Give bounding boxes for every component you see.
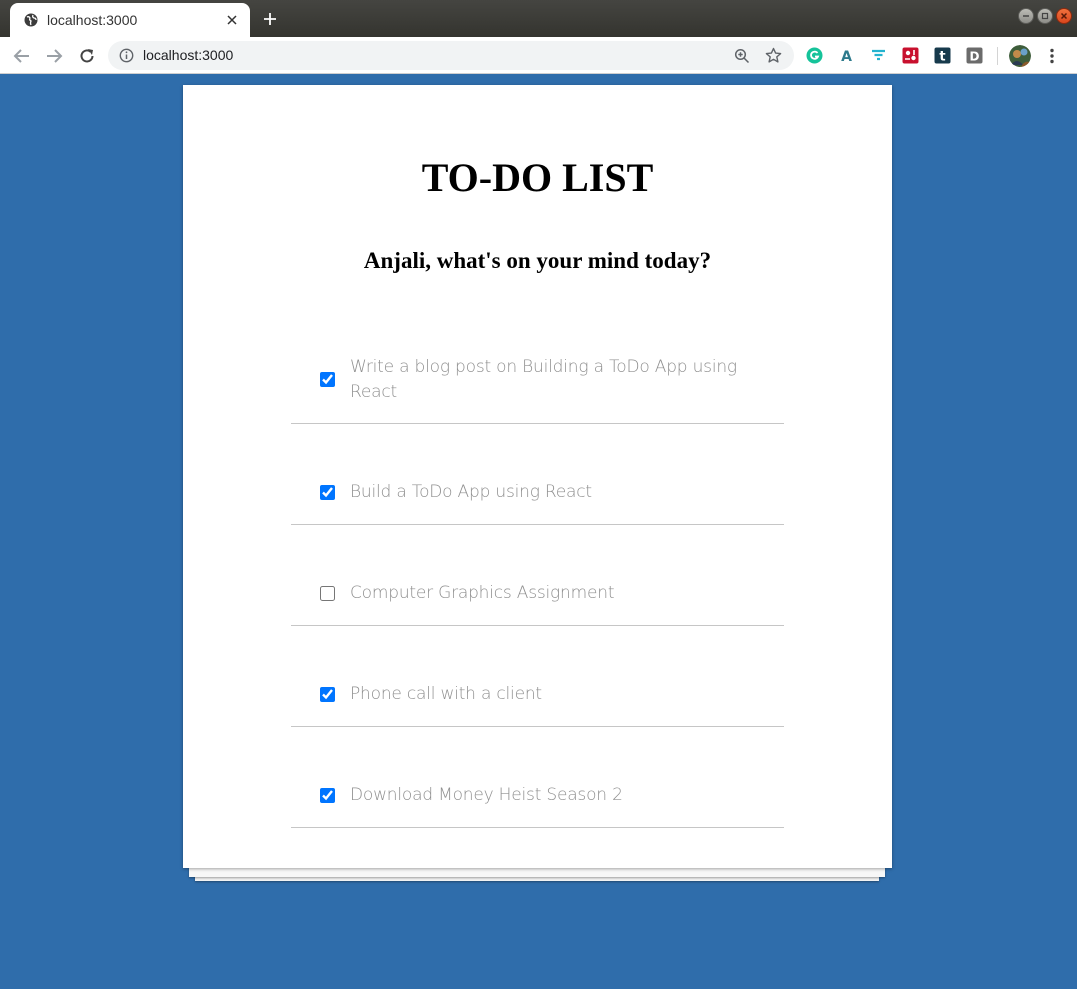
globe-icon <box>24 13 38 27</box>
browser-tab[interactable]: localhost:3000 <box>10 3 250 37</box>
grammarly-icon[interactable] <box>806 47 823 64</box>
filter-icon[interactable] <box>870 47 887 64</box>
todo-item: Build a ToDo App using React <box>291 424 784 525</box>
more-menu-icon[interactable] <box>1044 46 1060 66</box>
todo-list: Write a blog post on Building a ToDo App… <box>291 325 784 828</box>
reload-icon[interactable] <box>76 45 98 67</box>
todo-checkbox[interactable] <box>320 372 335 387</box>
a-icon[interactable]: A <box>838 47 855 64</box>
address-bar[interactable]: localhost:3000 <box>108 41 794 70</box>
todo-text: Build a ToDo App using React <box>350 482 592 502</box>
address-url: localhost:3000 <box>143 47 234 63</box>
todo-text: Phone call with a client <box>350 684 542 704</box>
svg-text:D: D <box>970 50 980 64</box>
d-icon[interactable]: D <box>966 47 983 64</box>
bookmark-star-icon[interactable] <box>765 47 782 64</box>
todo-item: Download Money Heist Season 2 <box>291 727 784 828</box>
close-tab-icon[interactable] <box>224 12 240 28</box>
svg-text:t: t <box>939 50 945 65</box>
new-tab-button[interactable] <box>260 9 280 29</box>
toolbar-divider <box>997 47 998 65</box>
page-background: TO-DO LIST Anjali, what's on your mind t… <box>0 75 1077 989</box>
tumblr-icon[interactable]: t <box>934 47 951 64</box>
todo-card: TO-DO LIST Anjali, what's on your mind t… <box>183 85 892 868</box>
todo-checkbox[interactable] <box>320 586 335 601</box>
forward-arrow-icon[interactable] <box>43 45 65 67</box>
todo-item: Write a blog post on Building a ToDo App… <box>291 325 784 424</box>
profile-avatar[interactable] <box>1009 45 1031 67</box>
todo-text: Computer Graphics Assignment <box>350 583 615 603</box>
window-controls <box>1018 8 1072 24</box>
todo-checkbox[interactable] <box>320 687 335 702</box>
svg-text:A: A <box>841 49 852 64</box>
todo-checkbox[interactable] <box>320 485 335 500</box>
puzzle-icon[interactable] <box>902 47 919 64</box>
close-window-button[interactable] <box>1056 8 1072 24</box>
page-title: TO-DO LIST <box>421 155 654 200</box>
paper-stack-shadow <box>189 867 885 877</box>
info-icon[interactable] <box>119 48 134 63</box>
todo-item: Phone call with a client <box>291 626 784 727</box>
back-arrow-icon[interactable] <box>11 45 33 67</box>
zoom-icon[interactable] <box>734 48 750 64</box>
todo-text: Download Money Heist Season 2 <box>350 785 623 805</box>
todo-item: Computer Graphics Assignment <box>291 525 784 626</box>
tab-title: localhost:3000 <box>47 12 138 28</box>
todo-text: Write a blog post on Building a ToDo App… <box>350 357 737 402</box>
todo-checkbox[interactable] <box>320 788 335 803</box>
browser-tab-strip: localhost:3000 <box>0 0 1077 37</box>
page-subtitle: Anjali, what's on your mind today? <box>363 248 712 273</box>
minimize-window-button[interactable] <box>1018 8 1034 24</box>
browser-toolbar: localhost:3000 A t D <box>0 37 1077 74</box>
maximize-window-button[interactable] <box>1037 8 1053 24</box>
